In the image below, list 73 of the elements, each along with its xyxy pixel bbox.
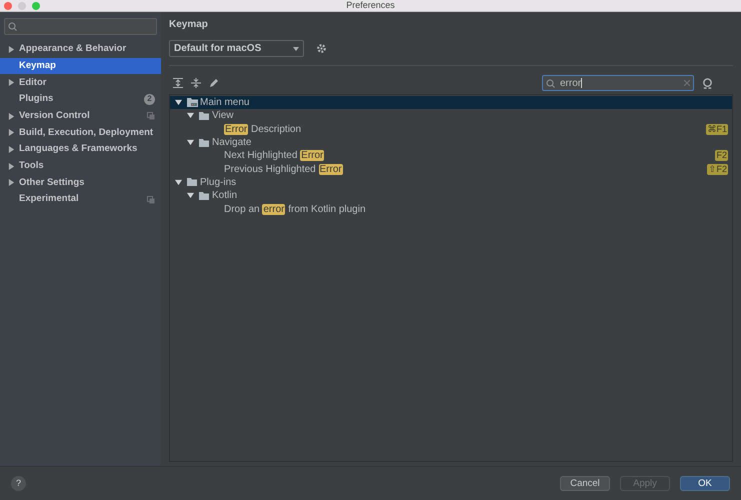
search-icon — [546, 78, 556, 88]
tree-row[interactable]: Navigate — [170, 136, 732, 150]
search-icon — [8, 22, 18, 31]
tree-label: Main menu — [200, 96, 250, 110]
settings-icon[interactable] — [316, 43, 327, 54]
search-field[interactable] — [4, 18, 157, 35]
collapsed-arrow-icon[interactable] — [8, 79, 15, 86]
tree-label: Drop an error from Kotlin plugin — [224, 202, 366, 217]
menu-folder-icon — [187, 98, 198, 108]
dialog-button[interactable]: OK — [680, 476, 730, 491]
copy-icon — [147, 196, 155, 204]
pencil-icon[interactable] — [209, 78, 219, 88]
tree-row[interactable]: Kotlin — [170, 189, 732, 202]
tree-label: Kotlin — [212, 189, 238, 204]
close-icon[interactable] — [4, 2, 12, 10]
tree-label: Previous Highlighted Error — [224, 162, 343, 177]
page-title: Keymap — [169, 18, 209, 32]
search-field[interactable]: error — [542, 75, 694, 91]
tree-label: Error Description — [224, 122, 302, 137]
collapsed-arrow-icon[interactable] — [8, 112, 15, 120]
tree-row[interactable]: Drop an error from Kotlin plugin — [170, 202, 732, 216]
dialog-button[interactable]: Cancel — [560, 476, 610, 491]
tree-label: View — [212, 109, 234, 124]
copy-icon — [147, 112, 155, 120]
sidebar-item[interactable]: Tools — [0, 158, 161, 174]
sidebar-item[interactable]: Plugins 2 — [0, 91, 161, 108]
sidebar-item[interactable]: Editor — [0, 74, 161, 92]
tree-row[interactable]: Error Description ⌘F1 — [170, 122, 732, 136]
collapse-all-icon[interactable] — [191, 78, 201, 88]
tree-row[interactable]: Next Highlighted Error F2 — [170, 149, 732, 162]
collapsed-arrow-icon[interactable] — [8, 46, 15, 53]
collapsed-arrow-icon[interactable] — [8, 129, 15, 136]
sidebar-item[interactable]: Languages & Frameworks — [0, 141, 161, 158]
sidebar-item[interactable]: Build, Execution, Deployment — [0, 124, 161, 142]
sidebar-item[interactable]: Version Control — [0, 108, 161, 124]
tree-row[interactable]: View — [170, 109, 732, 123]
sidebar-label: Other Settings — [19, 176, 84, 190]
keymap-dropdown[interactable]: Default for macOS — [169, 40, 304, 57]
help-button[interactable]: ? — [11, 476, 26, 491]
window-title: Preferences — [346, 0, 395, 12]
tree-row[interactable]: Previous Highlighted Error ⇧F2 — [170, 162, 732, 176]
sidebar-item[interactable]: Keymap — [0, 58, 161, 74]
tree-label: Next Highlighted Error — [224, 149, 324, 164]
sidebar-label: Editor — [19, 76, 46, 90]
sidebar-label: Plugins — [19, 92, 54, 106]
sidebar-label: Version Control — [19, 108, 90, 123]
collapsed-arrow-icon[interactable] — [8, 162, 15, 170]
folder-icon — [199, 138, 209, 147]
sidebar-label: Build, Execution, Deployment — [19, 126, 154, 140]
search-text: error — [560, 76, 582, 90]
tree-label: Navigate — [212, 136, 252, 150]
shortcut-badge: ⇧F2 — [707, 164, 728, 175]
sidebar-label: Tools — [19, 159, 44, 174]
shortcut-badge: ⌘F1 — [706, 124, 728, 135]
sidebar-label: Languages & Frameworks — [19, 142, 138, 156]
count-badge: 2 — [144, 94, 155, 105]
sidebar-label: Appearance & Behavior — [19, 42, 126, 56]
sidebar-item[interactable]: Experimental — [0, 191, 161, 208]
folder-icon — [199, 112, 209, 120]
caret-icon — [293, 46, 299, 50]
collapsed-arrow-icon[interactable] — [8, 146, 15, 153]
collapsed-arrow-icon[interactable] — [8, 179, 15, 186]
sidebar-label: Experimental — [19, 192, 79, 206]
tree-label: Plug-ins — [200, 176, 236, 190]
sidebar-item[interactable]: Appearance & Behavior — [0, 41, 161, 58]
tree-row[interactable]: Plug-ins — [170, 176, 732, 190]
shortcut-badge: F2 — [715, 150, 728, 162]
sidebar-item[interactable]: Other Settings — [0, 174, 161, 192]
expanded-arrow-icon[interactable] — [187, 139, 194, 146]
sidebar-label: Keymap — [19, 58, 56, 73]
expand-all-icon[interactable] — [173, 78, 183, 88]
find-shortcut-icon[interactable] — [702, 78, 713, 88]
tree-row[interactable]: Main menu — [170, 96, 732, 110]
